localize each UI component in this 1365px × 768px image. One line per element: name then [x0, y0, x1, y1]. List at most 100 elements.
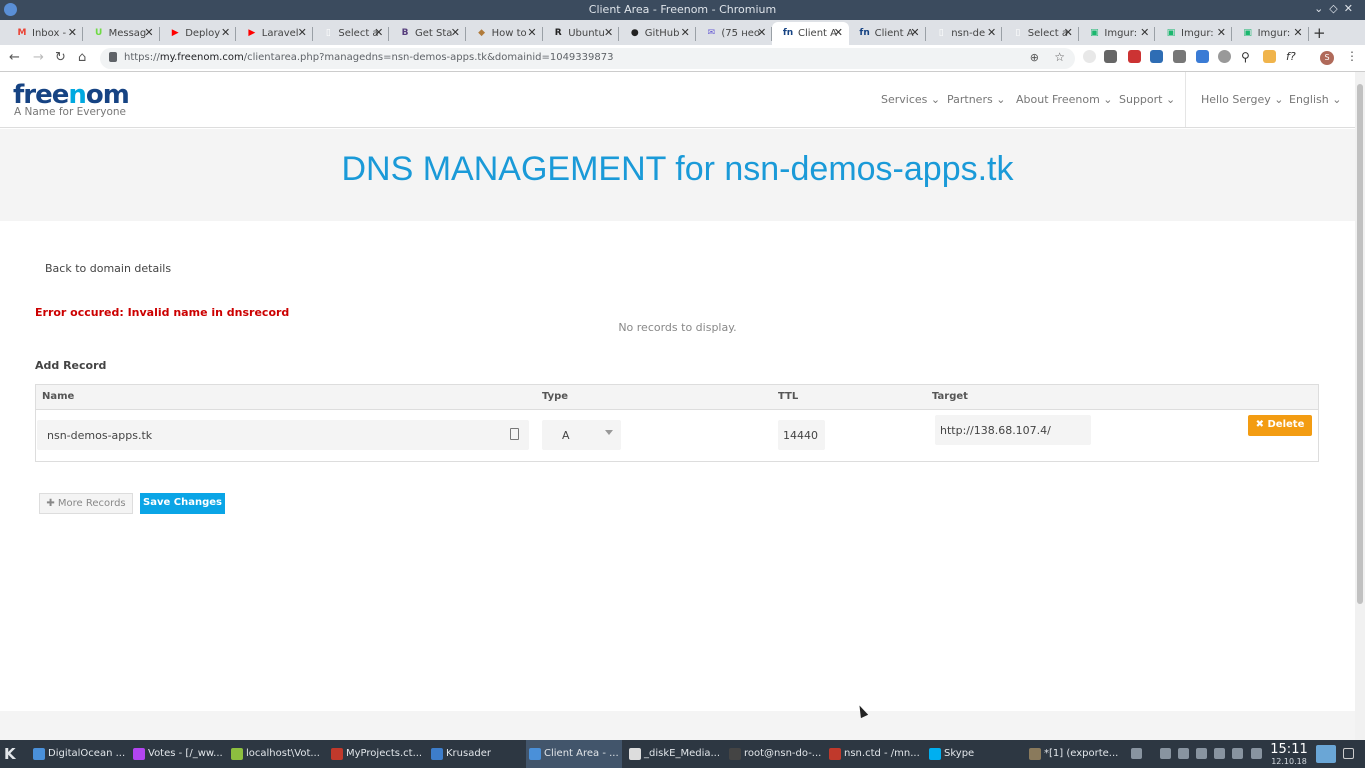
clock-date[interactable]: 12.10.18 — [1265, 757, 1313, 766]
window-controls[interactable]: ⌄◇✕ — [1314, 2, 1359, 15]
browser-tab[interactable]: ▣ Imgur: ✕ — [1232, 22, 1309, 45]
browser-tab[interactable]: ▯ Select a ✕ — [1002, 22, 1079, 45]
close-tab-icon[interactable]: ✕ — [1140, 26, 1149, 39]
save-changes-button[interactable]: Save Changes — [140, 493, 225, 514]
taskbar-item[interactable]: nsn.ctd - /mn... — [826, 740, 922, 768]
extension-icon[interactable] — [1218, 50, 1231, 63]
record-target-input[interactable]: http://138.68.107.4/ — [935, 415, 1091, 445]
window-grid-icon[interactable] — [1343, 748, 1354, 759]
imgur-icon: ▣ — [1243, 28, 1252, 38]
extension-icon[interactable] — [1083, 50, 1096, 63]
nav-services[interactable]: Services ⌄ — [881, 93, 940, 106]
bookmark-star-icon[interactable]: ☆ — [1054, 50, 1065, 64]
reload-icon[interactable]: ↻ — [55, 50, 66, 65]
address-bar[interactable]: https://my.freenom.com/clientarea.php?ma… — [100, 48, 1075, 69]
taskbar-item[interactable]: MyProjects.ct... — [328, 740, 424, 768]
extension-icon[interactable] — [1128, 50, 1141, 63]
scrollbar-thumb[interactable] — [1357, 84, 1363, 604]
close-tab-icon[interactable]: ✕ — [68, 26, 77, 39]
page-icon: ▯ — [938, 28, 944, 38]
browser-tab[interactable]: M Inbox - ✕ — [6, 22, 83, 45]
browser-tab[interactable]: ▶ Laravel ✕ — [236, 22, 313, 45]
close-tab-icon[interactable]: ✕ — [374, 26, 383, 39]
extension-icon[interactable] — [1263, 50, 1276, 63]
system-tray-icon[interactable] — [1214, 748, 1225, 759]
extension-icon[interactable] — [1150, 50, 1163, 63]
taskbar-item[interactable]: *[1] (exporte... — [1026, 740, 1122, 768]
browser-tab[interactable]: fn Client A ✕ — [772, 22, 849, 45]
close-tab-icon[interactable]: ✕ — [987, 26, 996, 39]
nav-support[interactable]: Support ⌄ — [1119, 93, 1175, 106]
browser-tab[interactable]: ◆ How to ✕ — [466, 22, 543, 45]
back-arrow-icon[interactable]: ← — [9, 50, 20, 65]
close-tab-icon[interactable]: ✕ — [221, 26, 230, 39]
record-type-select[interactable]: A — [542, 420, 621, 450]
taskbar-item[interactable]: Votes - [/_ww... — [130, 740, 226, 768]
taskbar-item[interactable]: _diskE_Media... — [626, 740, 722, 768]
forward-arrow-icon[interactable]: → — [33, 50, 44, 65]
nav-user-menu[interactable]: Hello Sergey ⌄ — [1201, 93, 1283, 106]
tab-label: Client A — [798, 28, 837, 39]
nav-partners[interactable]: Partners ⌄ — [947, 93, 1005, 106]
browser-tab[interactable]: B Get Sta ✕ — [389, 22, 466, 45]
close-tab-icon[interactable]: ✕ — [834, 26, 843, 39]
taskbar-item[interactable]: Client Area - ... — [526, 740, 622, 768]
site-tagline: A Name for Everyone — [14, 106, 126, 118]
close-tab-icon[interactable]: ✕ — [527, 26, 536, 39]
desktop-preview-icon[interactable] — [1316, 745, 1336, 763]
extension-icon[interactable]: f? — [1286, 50, 1299, 63]
new-tab-button[interactable]: + — [1313, 24, 1326, 42]
browser-tab[interactable]: ▯ Select a ✕ — [312, 22, 390, 45]
browser-tab[interactable]: U Messag ✕ — [83, 22, 160, 45]
browser-tab[interactable]: fn Client A ✕ — [849, 22, 926, 45]
profile-avatar[interactable]: S — [1320, 51, 1334, 65]
extension-icon[interactable] — [1104, 50, 1117, 63]
system-tray-icon[interactable] — [1178, 748, 1189, 759]
system-tray-icon[interactable] — [1160, 748, 1171, 759]
taskbar-item[interactable]: Krusader — [428, 740, 524, 768]
menu-kebab-icon[interactable]: ⋮ — [1346, 49, 1358, 63]
page-scrollbar[interactable] — [1355, 72, 1365, 740]
system-tray-icon[interactable] — [1131, 748, 1142, 759]
close-tab-icon[interactable]: ✕ — [144, 26, 153, 39]
close-tab-icon[interactable]: ✕ — [1293, 26, 1302, 39]
close-tab-icon[interactable]: ✕ — [910, 26, 919, 39]
clock-time[interactable]: 15:11 — [1265, 742, 1313, 757]
close-tab-icon[interactable]: ✕ — [298, 26, 307, 39]
extension-icon[interactable] — [1173, 50, 1186, 63]
close-tab-icon[interactable]: ✕ — [681, 26, 690, 39]
system-tray-icon[interactable] — [1232, 748, 1243, 759]
browser-tab[interactable]: ▶ Deploy ✕ — [159, 22, 237, 45]
browser-tab[interactable]: ✉ (75 нео ✕ — [695, 22, 773, 45]
close-tab-icon[interactable]: ✕ — [1217, 26, 1226, 39]
more-records-button[interactable]: ✚ More Records — [39, 493, 133, 514]
taskbar-item[interactable]: localhost\Vot... — [228, 740, 324, 768]
home-icon[interactable]: ⌂ — [78, 50, 86, 65]
delete-record-button[interactable]: ✖ Delete — [1248, 415, 1312, 436]
system-tray-icon[interactable] — [1251, 748, 1262, 759]
close-tab-icon[interactable]: ✕ — [1064, 26, 1073, 39]
extension-icon[interactable] — [1196, 50, 1209, 63]
browser-tab[interactable]: ▣ Imgur: ✕ — [1155, 22, 1232, 45]
browser-tab[interactable]: ▯ nsn-de ✕ — [925, 22, 1003, 45]
imgur-icon: ▣ — [1090, 28, 1099, 38]
record-name-input[interactable]: nsn-demos-apps.tk — [37, 420, 529, 450]
taskbar-item[interactable]: DigitalOcean ... — [30, 740, 126, 768]
taskbar-item[interactable]: root@nsn-do-... — [726, 740, 822, 768]
nav-about[interactable]: About Freenom ⌄ — [1016, 93, 1113, 106]
search-icon[interactable]: ⚲ — [1241, 50, 1254, 64]
browser-tab[interactable]: ● GitHub ✕ — [619, 22, 696, 45]
back-to-domain-link[interactable]: Back to domain details — [45, 262, 171, 275]
app-launcher-icon[interactable]: K — [4, 745, 16, 763]
browser-tab[interactable]: R Ubuntu ✕ — [542, 22, 620, 45]
browser-tab[interactable]: ▣ Imgur: ✕ — [1078, 22, 1156, 45]
close-tab-icon[interactable]: ✕ — [757, 26, 766, 39]
taskbar-item[interactable]: Skype — [926, 740, 1016, 768]
close-tab-icon[interactable]: ✕ — [604, 26, 613, 39]
zoom-icon[interactable]: ⊕ — [1030, 51, 1039, 64]
nav-language[interactable]: English ⌄ — [1289, 93, 1341, 106]
close-tab-icon[interactable]: ✕ — [451, 26, 460, 39]
record-ttl-input[interactable]: 14440 — [778, 420, 825, 450]
address-url[interactable]: https://my.freenom.com/clientarea.php?ma… — [124, 52, 613, 63]
system-tray-icon[interactable] — [1196, 748, 1207, 759]
